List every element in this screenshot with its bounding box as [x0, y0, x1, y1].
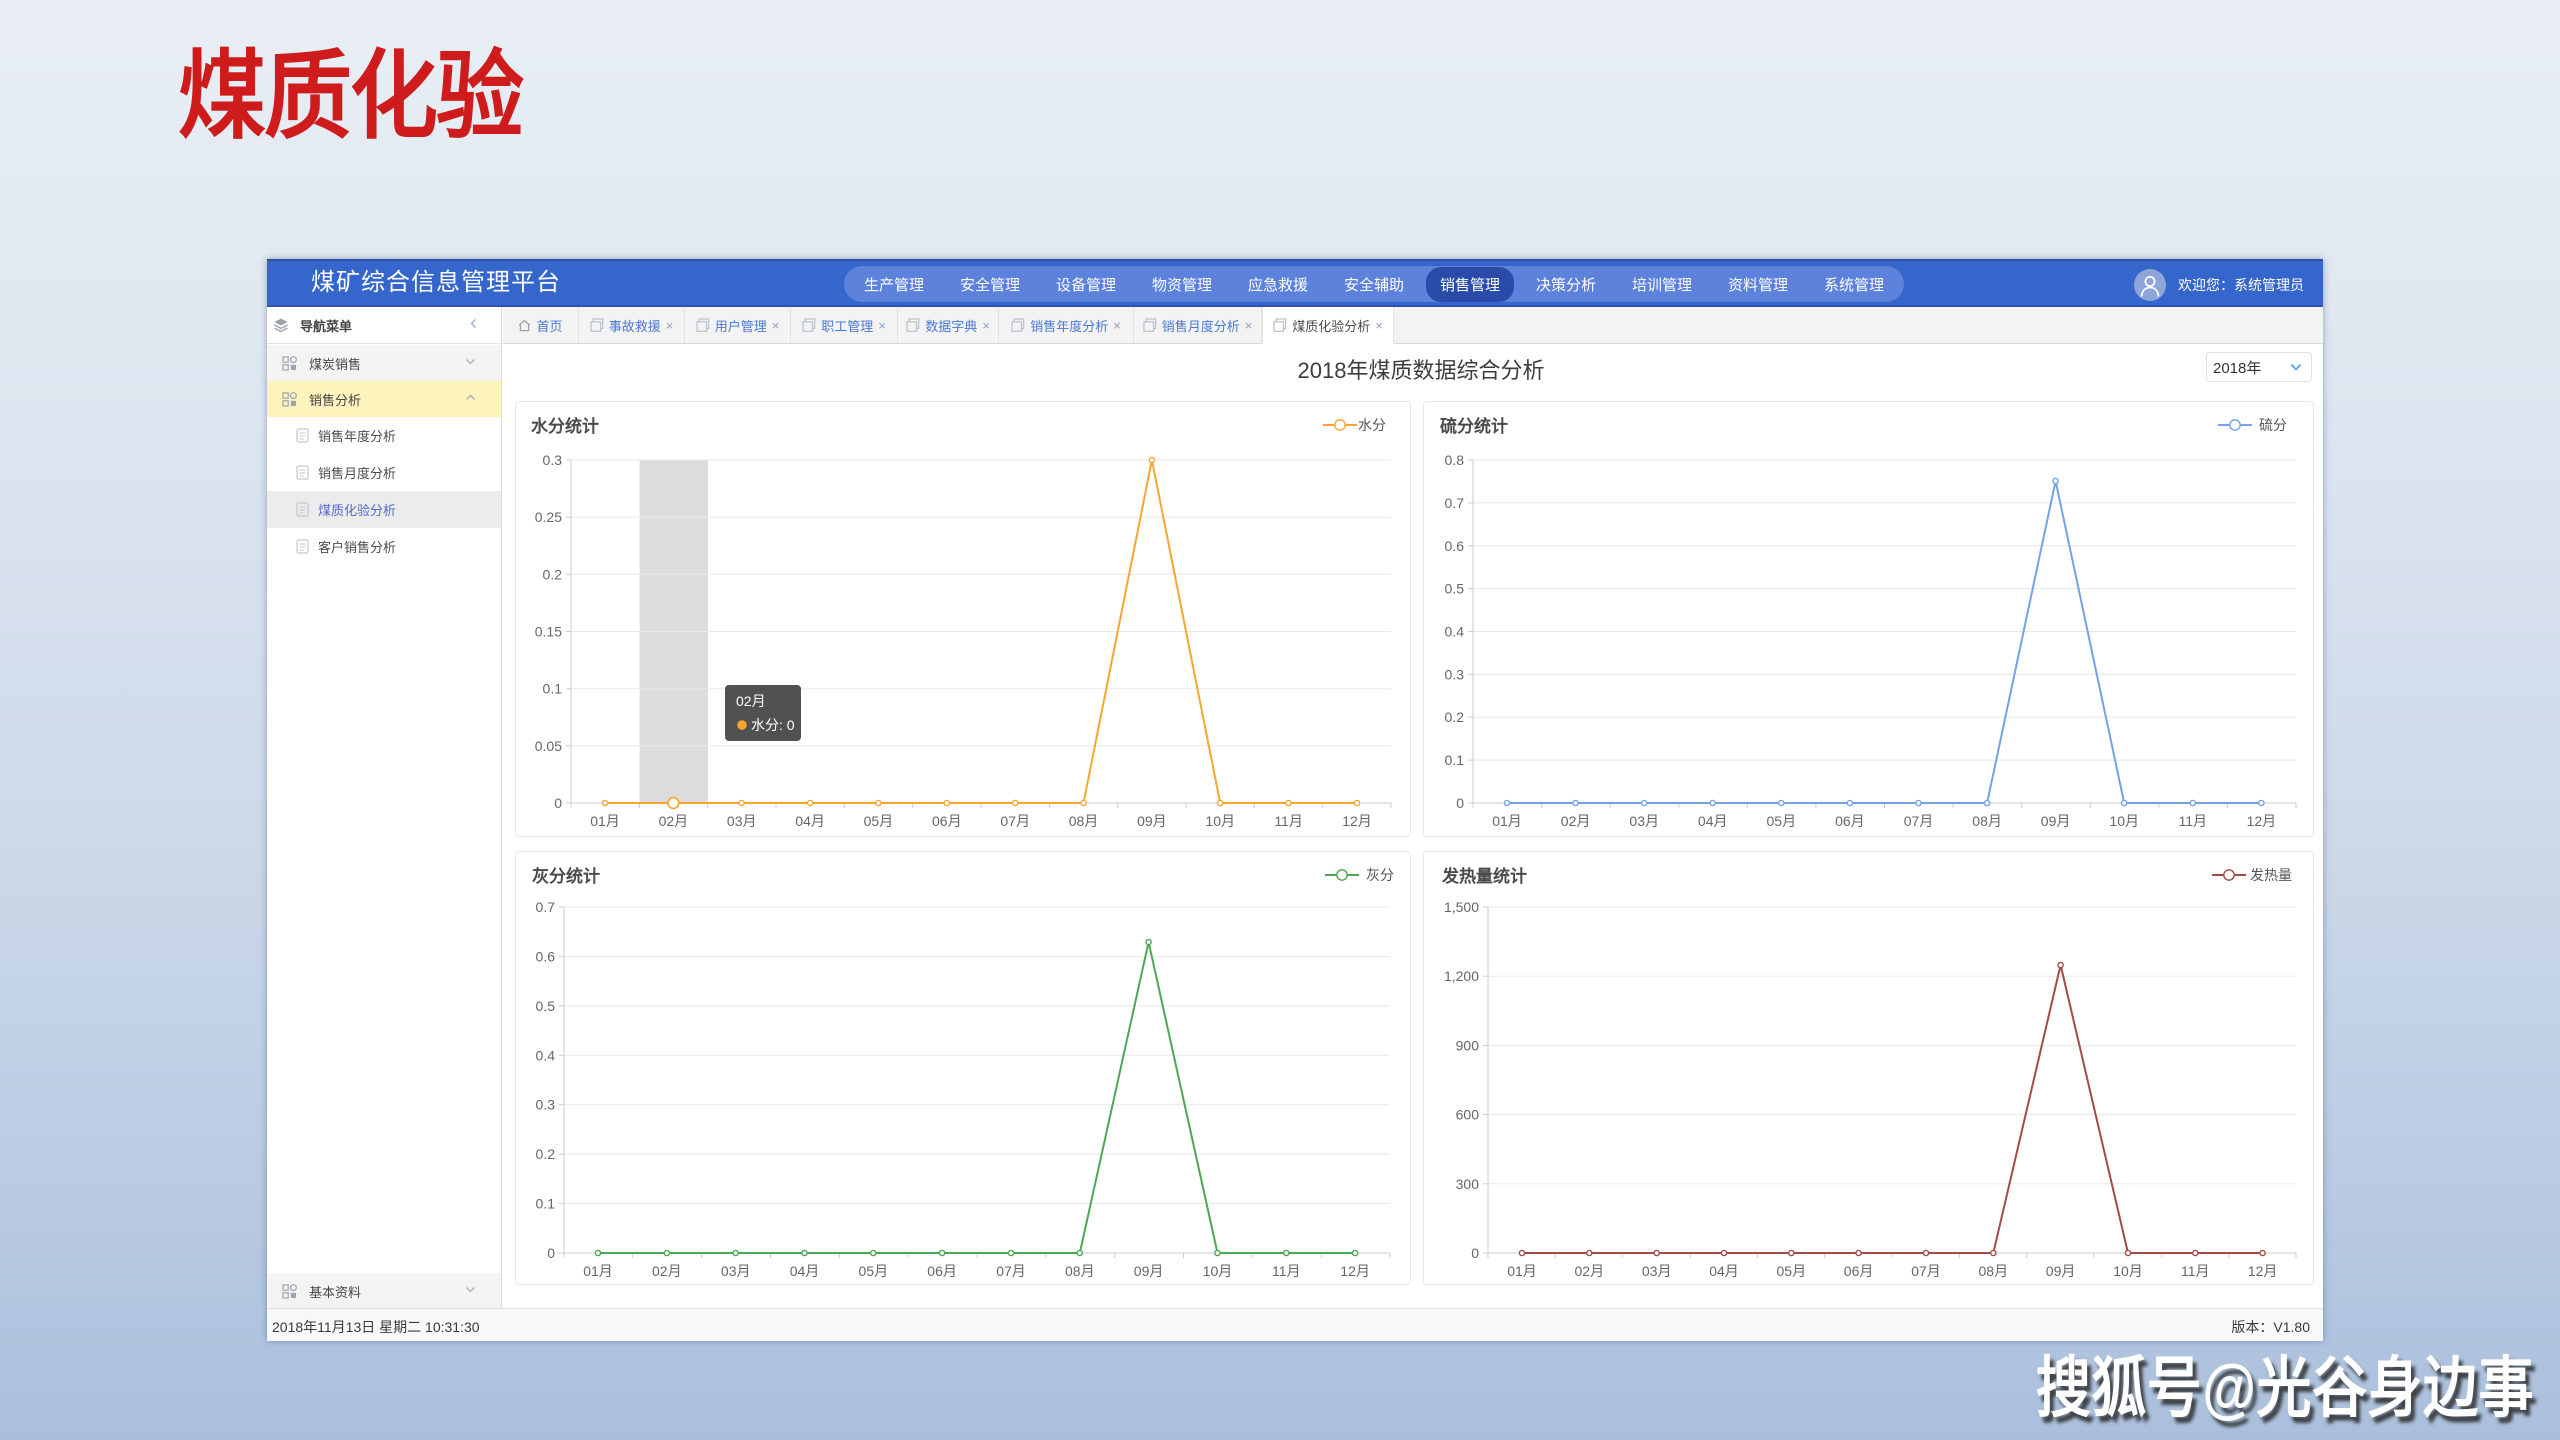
- svg-text:12月: 12月: [1342, 813, 1372, 829]
- svg-text:0.4: 0.4: [536, 1047, 556, 1063]
- svg-text:03月: 03月: [1629, 813, 1659, 829]
- svg-text:04月: 04月: [1709, 1263, 1739, 1279]
- svg-text:08月: 08月: [1065, 1263, 1095, 1279]
- svg-text:600: 600: [1456, 1107, 1480, 1123]
- svg-text:02月: 02月: [659, 813, 689, 829]
- svg-text:0.2: 0.2: [536, 1146, 556, 1162]
- svg-text:02月: 02月: [1575, 1263, 1605, 1279]
- svg-text:0.5: 0.5: [536, 998, 556, 1014]
- svg-text:0.05: 0.05: [535, 738, 562, 754]
- svg-text:0.3: 0.3: [536, 1097, 556, 1113]
- svg-text:01月: 01月: [1492, 813, 1522, 829]
- svg-text:0.3: 0.3: [1445, 666, 1465, 682]
- svg-text:04月: 04月: [1698, 813, 1728, 829]
- svg-text:300: 300: [1456, 1176, 1480, 1192]
- svg-text:1,500: 1,500: [1444, 899, 1479, 915]
- svg-text:11月: 11月: [2181, 1263, 2210, 1279]
- svg-text:01月: 01月: [583, 1263, 613, 1279]
- svg-text:0.1: 0.1: [543, 681, 563, 697]
- svg-text:发热量统计: 发热量统计: [1441, 866, 1527, 886]
- svg-text:08月: 08月: [1069, 813, 1099, 829]
- svg-text:硫分: 硫分: [2259, 417, 2287, 433]
- svg-text:06月: 06月: [932, 813, 962, 829]
- svg-text:0.1: 0.1: [1445, 752, 1465, 768]
- svg-text:05月: 05月: [1767, 813, 1797, 829]
- svg-text:07月: 07月: [1911, 1263, 1941, 1279]
- svg-text:12月: 12月: [2247, 813, 2277, 829]
- svg-text:07月: 07月: [996, 1263, 1026, 1279]
- svg-text:05月: 05月: [864, 813, 894, 829]
- svg-text:0.2: 0.2: [1445, 709, 1465, 725]
- svg-text:07月: 07月: [1904, 813, 1934, 829]
- svg-text:01月: 01月: [590, 813, 620, 829]
- svg-text:04月: 04月: [790, 1263, 820, 1279]
- svg-text:0: 0: [1456, 795, 1464, 811]
- svg-text:900: 900: [1456, 1037, 1480, 1053]
- svg-text:09月: 09月: [1137, 813, 1167, 829]
- svg-text:11月: 11月: [2179, 813, 2208, 829]
- svg-text:0.6: 0.6: [536, 948, 556, 964]
- svg-text:10月: 10月: [1203, 1263, 1233, 1279]
- svg-text:06月: 06月: [1835, 813, 1865, 829]
- svg-text:09月: 09月: [1134, 1263, 1164, 1279]
- svg-text:03月: 03月: [727, 813, 757, 829]
- svg-text:12月: 12月: [2248, 1263, 2278, 1279]
- svg-text:03月: 03月: [721, 1263, 751, 1279]
- svg-text:0.6: 0.6: [1445, 538, 1465, 554]
- svg-text:水分统计: 水分统计: [531, 416, 599, 436]
- svg-text:12月: 12月: [1340, 1263, 1370, 1279]
- svg-text:0.8: 0.8: [1445, 452, 1465, 468]
- svg-text:0.15: 0.15: [535, 624, 562, 640]
- svg-text:08月: 08月: [1979, 1263, 2009, 1279]
- svg-text:0.4: 0.4: [1445, 624, 1465, 640]
- svg-text:0: 0: [1471, 1245, 1479, 1261]
- svg-text:01月: 01月: [1507, 1263, 1537, 1279]
- svg-text:发热量: 发热量: [2250, 867, 2292, 883]
- svg-text:灰分统计: 灰分统计: [532, 866, 600, 886]
- svg-text:0: 0: [547, 1245, 555, 1261]
- svg-text:0: 0: [554, 795, 562, 811]
- svg-text:04月: 04月: [795, 813, 825, 829]
- svg-text:10月: 10月: [2113, 1263, 2143, 1279]
- svg-text:0.25: 0.25: [535, 509, 562, 525]
- svg-text:06月: 06月: [927, 1263, 957, 1279]
- svg-text:05月: 05月: [859, 1263, 889, 1279]
- svg-text:硫分统计: 硫分统计: [1440, 416, 1508, 436]
- svg-text:0.1: 0.1: [536, 1196, 556, 1212]
- svg-text:09月: 09月: [2046, 1263, 2076, 1279]
- svg-text:06月: 06月: [1844, 1263, 1874, 1279]
- svg-text:03月: 03月: [1642, 1263, 1672, 1279]
- svg-text:0.7: 0.7: [536, 899, 556, 915]
- svg-text:水分: 水分: [1358, 417, 1386, 433]
- svg-text:05月: 05月: [1777, 1263, 1807, 1279]
- svg-text:1,200: 1,200: [1444, 968, 1479, 984]
- svg-text:10月: 10月: [2109, 813, 2139, 829]
- svg-text:10月: 10月: [1205, 813, 1235, 829]
- svg-text:0.2: 0.2: [543, 566, 563, 582]
- svg-text:02月: 02月: [1561, 813, 1591, 829]
- svg-text:0.7: 0.7: [1445, 495, 1465, 511]
- svg-text:09月: 09月: [2041, 813, 2071, 829]
- svg-text:02月: 02月: [652, 1263, 682, 1279]
- svg-text:0.3: 0.3: [543, 452, 563, 468]
- svg-text:11月: 11月: [1274, 813, 1303, 829]
- svg-text:02月: 02月: [736, 693, 766, 709]
- svg-text:0.5: 0.5: [1445, 581, 1465, 597]
- svg-text:07月: 07月: [1000, 813, 1030, 829]
- svg-text:灰分: 灰分: [1366, 867, 1394, 883]
- svg-text:08月: 08月: [1972, 813, 2002, 829]
- svg-text:水分: 0: 水分: 0: [751, 717, 795, 733]
- svg-text:11月: 11月: [1272, 1263, 1301, 1279]
